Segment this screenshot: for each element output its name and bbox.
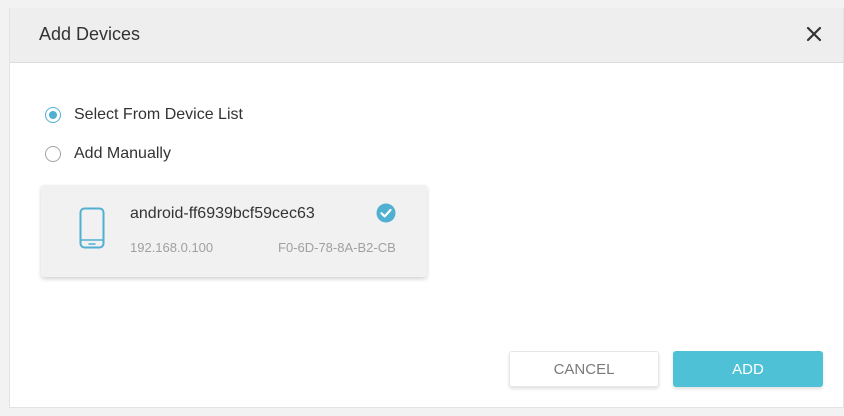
add-devices-dialog: Add Devices Select From Device List Add …: [9, 8, 844, 408]
device-mac: F0-6D-78-8A-B2-CB: [278, 240, 396, 255]
dialog-title: Add Devices: [39, 24, 141, 44]
check-circle-icon: [376, 203, 396, 223]
radio-add-manually[interactable]: [45, 146, 61, 162]
option-select-from-device-list[interactable]: Select From Device List: [45, 106, 243, 124]
add-button[interactable]: ADD: [673, 351, 823, 387]
dialog-header: Add Devices: [10, 8, 843, 63]
radio-select-from-device-list[interactable]: [45, 107, 61, 123]
device-ip: 192.168.0.100: [130, 240, 214, 255]
device-card[interactable]: android-ff6939bcf59cec63 192.168.0.100 F…: [41, 185, 427, 277]
cancel-button[interactable]: CANCEL: [509, 351, 659, 387]
close-icon[interactable]: [803, 23, 825, 45]
device-name: android-ff6939bcf59cec63: [130, 205, 315, 222]
option-add-manually[interactable]: Add Manually: [45, 145, 171, 163]
option-label: Select From Device List: [74, 106, 243, 123]
option-label: Add Manually: [74, 145, 171, 162]
phone-icon: [79, 207, 105, 249]
